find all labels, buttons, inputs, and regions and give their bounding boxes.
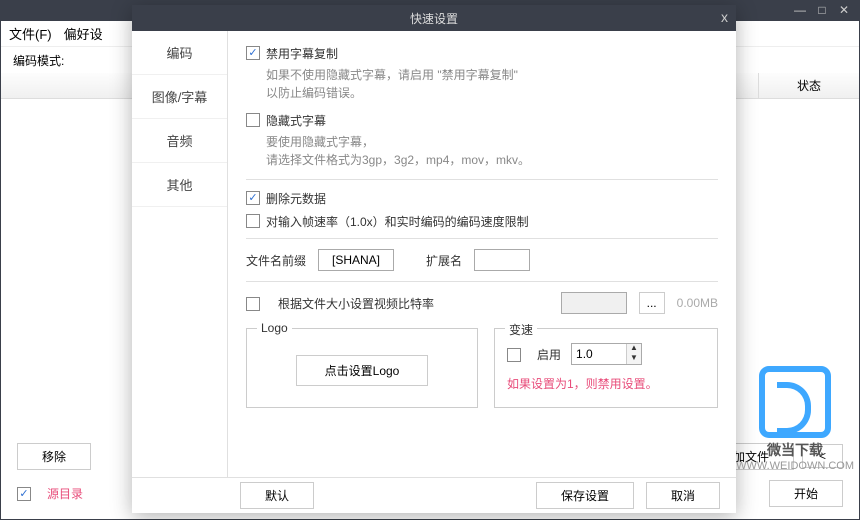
encoding-mode-label: 编码模式:	[13, 52, 64, 69]
spinner-down-icon[interactable]: ▼	[627, 354, 641, 364]
remove-button[interactable]: 移除	[17, 443, 91, 470]
speed-enable-label: 启用	[537, 346, 561, 363]
sidebar-item-encoding[interactable]: 编码	[132, 31, 227, 75]
add-file-dropdown[interactable]: <	[802, 444, 843, 468]
speed-value-input[interactable]	[572, 344, 626, 364]
sidebar-item-other[interactable]: 其他	[132, 163, 227, 207]
minimize-button[interactable]: —	[789, 3, 811, 19]
dialog-sidebar: 编码 图像/字幕 音频 其他	[132, 31, 228, 477]
speed-warning-label: 如果设置为1，则禁用设置。	[507, 375, 705, 392]
disable-subtitle-copy-help: 如果不使用隐藏式字幕，请启用 "禁用字幕复制" 以防止编码错误。	[266, 66, 718, 102]
divider	[246, 238, 718, 239]
dialog-footer: 默认 保存设置 取消	[132, 477, 736, 513]
dialog-close-button[interactable]: x	[721, 9, 728, 25]
speed-enable-checkbox[interactable]	[507, 348, 521, 362]
logo-group-title: Logo	[257, 321, 292, 335]
divider	[246, 281, 718, 282]
cancel-button[interactable]: 取消	[646, 482, 720, 509]
speed-spinner[interactable]: ▲ ▼	[571, 343, 642, 365]
disable-subtitle-copy-checkbox[interactable]	[246, 46, 260, 60]
filename-prefix-input[interactable]	[318, 249, 394, 271]
set-logo-button[interactable]: 点击设置Logo	[296, 355, 429, 386]
file-size-input	[561, 292, 627, 314]
dialog-titlebar: 快速设置 x	[132, 5, 736, 31]
bitrate-by-size-checkbox[interactable]	[246, 297, 260, 311]
divider	[246, 179, 718, 180]
extension-input[interactable]	[474, 249, 530, 271]
logo-group: Logo 点击设置Logo	[246, 328, 478, 408]
closed-caption-label: 隐藏式字幕	[266, 112, 326, 129]
source-dir-checkbox[interactable]	[17, 487, 31, 501]
file-size-mb-label: 0.00MB	[677, 296, 718, 310]
extension-label: 扩展名	[426, 252, 462, 269]
file-size-browse-button[interactable]: ...	[639, 292, 665, 314]
sidebar-item-image-subtitle[interactable]: 图像/字幕	[132, 75, 227, 119]
column-status[interactable]: 状态	[759, 73, 859, 98]
delete-metadata-checkbox[interactable]	[246, 191, 260, 205]
filename-prefix-label: 文件名前缀	[246, 252, 306, 269]
speed-group: 变速 启用 ▲ ▼ 如果设置为1，则禁用设置。	[494, 328, 718, 408]
dialog-title: 快速设置	[410, 10, 458, 27]
bitrate-by-size-label: 根据文件大小设置视频比特率	[278, 295, 434, 312]
closed-caption-help: 要使用隐藏式字幕， 请选择文件格式为3gp，3g2，mp4，mov，mkv。	[266, 133, 718, 169]
menu-preferences[interactable]: 偏好设	[64, 24, 103, 43]
quick-settings-dialog: 快速设置 x 编码 图像/字幕 音频 其他 禁用字幕复制 如果不使用隐藏式字幕，…	[132, 5, 736, 513]
framerate-limit-checkbox[interactable]	[246, 214, 260, 228]
save-settings-button[interactable]: 保存设置	[536, 482, 634, 509]
sidebar-item-audio[interactable]: 音频	[132, 119, 227, 163]
closed-caption-checkbox[interactable]	[246, 113, 260, 127]
menu-file[interactable]: 文件(F)	[9, 24, 52, 43]
disable-subtitle-copy-label: 禁用字幕复制	[266, 45, 338, 62]
source-dir-label: 源目录	[47, 485, 83, 502]
default-button[interactable]: 默认	[240, 482, 314, 509]
dialog-content: 禁用字幕复制 如果不使用隐藏式字幕，请启用 "禁用字幕复制" 以防止编码错误。 …	[228, 31, 736, 477]
close-button[interactable]: ✕	[833, 3, 855, 19]
start-button[interactable]: 开始	[769, 480, 843, 507]
framerate-limit-label: 对输入帧速率（1.0x）和实时编码的编码速度限制	[266, 213, 529, 230]
speed-group-title: 变速	[505, 321, 537, 338]
maximize-button[interactable]: □	[811, 3, 833, 19]
delete-metadata-label: 删除元数据	[266, 190, 326, 207]
